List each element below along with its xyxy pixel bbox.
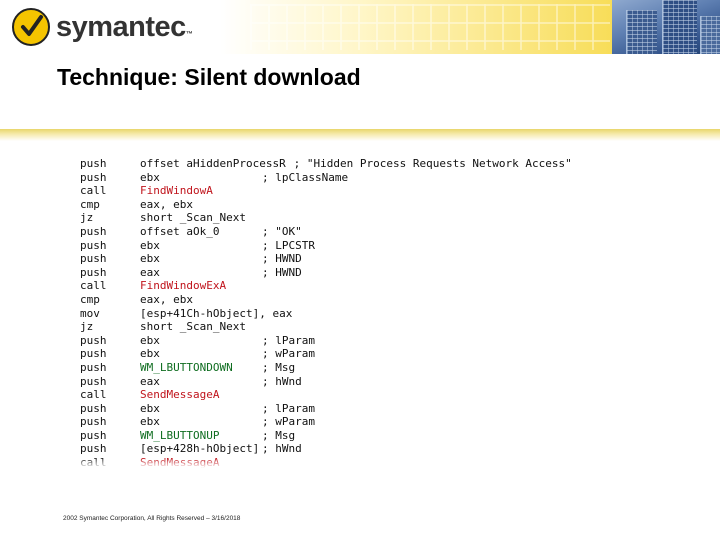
footer-copyright: 2002 Symantec Corporation, All Rights Re… <box>63 515 241 522</box>
code-operand: ebx <box>140 333 160 347</box>
code-comment: ; Msg <box>262 360 296 374</box>
code-opcode: push <box>80 442 107 456</box>
code-line: call FindWindowExA <box>80 279 640 293</box>
symantec-check-logo-icon <box>12 8 50 46</box>
code-line: push ebx ; HWND <box>80 252 640 266</box>
slide-title: Technique: Silent download <box>57 64 361 90</box>
code-line: push offset aHiddenProcessR ; "Hidden Proc… <box>80 157 640 171</box>
code-operand: eax <box>140 374 160 388</box>
code-line: cmp eax, ebx <box>80 198 640 212</box>
code-comment: ; HWND <box>262 265 302 279</box>
code-comment: ; wParam <box>262 415 315 429</box>
slide-header: symantec™ <box>0 0 720 54</box>
code-line: push ebx ; wParam <box>80 415 640 429</box>
code-comment: ; wParam <box>262 347 315 361</box>
code-operand: WM_LBUTTONDOWN <box>140 360 233 374</box>
code-fade <box>80 458 640 468</box>
code-comment: ; "Hidden Process Requests Network Acces… <box>293 157 572 170</box>
code-operand: ebx <box>140 238 160 252</box>
code-comment: ; lParam <box>262 401 315 415</box>
code-comment: ; lpClassName <box>262 170 349 184</box>
code-line: push eax ; HWND <box>80 266 640 280</box>
code-operand: ebx <box>140 170 160 184</box>
code-comment: ; hWnd <box>262 374 302 388</box>
code-opcode: cmp <box>80 292 100 306</box>
code-operand: ebx <box>140 401 160 415</box>
code-opcode: push <box>80 415 107 429</box>
code-operand: SendMessageA <box>140 388 220 402</box>
code-opcode: cmp <box>80 197 100 211</box>
header-building-photo <box>612 0 720 54</box>
code-operand: ebx <box>140 252 160 266</box>
code-opcode: push <box>80 360 107 374</box>
code-opcode: jz <box>80 320 94 334</box>
code-opcode: push <box>80 157 107 170</box>
code-line: push ebx ; lParam <box>80 334 640 348</box>
code-operand: eax, ebx <box>140 292 193 306</box>
code-line: jz short _Scan_Next <box>80 211 640 225</box>
code-opcode: push <box>80 224 107 238</box>
code-opcode: push <box>80 333 107 347</box>
code-opcode: push <box>80 401 107 415</box>
code-line: push ebx ; lpClassName <box>80 171 640 185</box>
code-operand: eax, ebx <box>140 197 193 211</box>
code-line: mov [esp+41Ch-hObject], eax <box>80 307 640 321</box>
code-opcode: push <box>80 252 107 266</box>
code-line: push eax ; hWnd <box>80 375 640 389</box>
code-line: push [esp+428h-hObject]; hWnd <box>80 442 640 456</box>
code-opcode: call <box>80 184 107 198</box>
code-operand: ebx <box>140 347 160 361</box>
code-opcode: mov <box>80 306 100 320</box>
code-line: push ebx ; lParam <box>80 402 640 416</box>
code-operand: short _Scan_Next <box>140 320 246 334</box>
code-opcode: push <box>80 428 107 442</box>
code-operand: WM_LBUTTONUP <box>140 428 220 442</box>
code-operand: offset aHiddenProcessR <box>140 157 286 170</box>
code-operand: FindWindowA <box>140 184 213 198</box>
code-line: call FindWindowA <box>80 184 640 198</box>
code-opcode: push <box>80 347 107 361</box>
code-comment: ; "OK" <box>262 224 302 238</box>
code-line: call SendMessageA <box>80 388 640 402</box>
code-comment: ; LPCSTR <box>262 238 315 252</box>
code-opcode: call <box>80 279 107 293</box>
code-opcode: push <box>80 265 107 279</box>
code-opcode: push <box>80 374 107 388</box>
code-operand: ebx <box>140 415 160 429</box>
code-opcode: push <box>80 238 107 252</box>
code-operand: offset aOk_0 <box>140 224 220 238</box>
code-line: push WM_LBUTTONDOWN ; Msg <box>80 361 640 375</box>
title-divider <box>0 129 720 141</box>
code-operand: eax <box>140 265 160 279</box>
code-operand: [esp+41Ch-hObject], eax <box>140 306 293 320</box>
code-line: push WM_LBUTTONUP ; Msg <box>80 429 640 443</box>
code-line: push ebx ; LPCSTR <box>80 239 640 253</box>
code-operand: [esp+428h-hObject] <box>140 442 260 456</box>
code-opcode: call <box>80 388 107 402</box>
code-line: push offset aOk_0 ; "OK" <box>80 225 640 239</box>
code-opcode: push <box>80 170 107 184</box>
code-operand: short _Scan_Next <box>140 211 246 225</box>
code-comment: ; HWND <box>262 252 302 266</box>
code-comment: ; lParam <box>262 333 315 347</box>
code-line: jz short _Scan_Next <box>80 320 640 334</box>
code-comment: ; Msg <box>262 428 296 442</box>
assembly-listing: push offset aHiddenProcessR ; "Hidden Proc… <box>80 157 640 470</box>
code-line: push ebx ; wParam <box>80 347 640 361</box>
code-opcode: jz <box>80 211 94 225</box>
code-line: cmp eax, ebx <box>80 293 640 307</box>
code-comment: ; hWnd <box>262 442 302 456</box>
header-pattern <box>250 4 610 50</box>
code-operand: FindWindowExA <box>140 279 227 293</box>
logo-wordmark: symantec™ <box>56 11 193 43</box>
